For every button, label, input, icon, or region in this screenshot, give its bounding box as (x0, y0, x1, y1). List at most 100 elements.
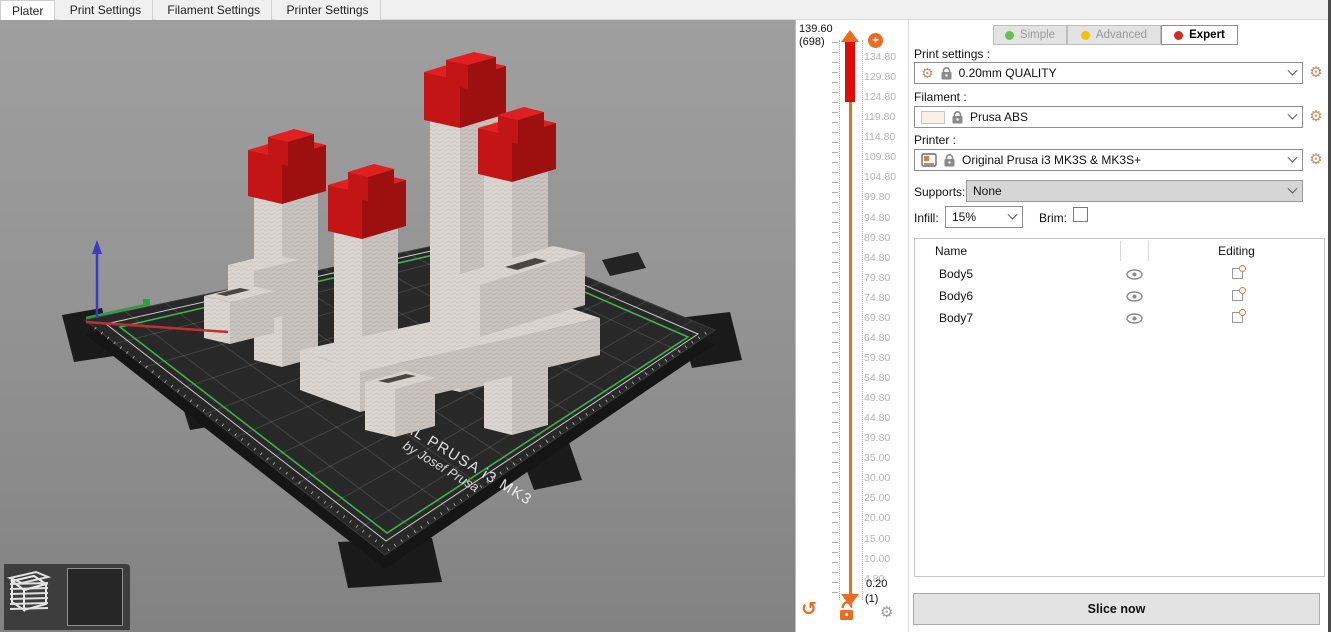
tick-label: 114.80 (864, 127, 896, 147)
mode-expert-button[interactable]: Expert (1161, 25, 1238, 45)
chevron-down-icon (1288, 152, 1298, 162)
edit-object-icon[interactable] (1232, 290, 1243, 301)
slider-max-height: 139.60 (799, 23, 833, 35)
mode-advanced-button[interactable]: Advanced (1067, 25, 1161, 45)
edit-object-icon[interactable] (1232, 312, 1243, 323)
print-settings-value: 0.20mm QUALITY (959, 66, 1282, 80)
object-list-row[interactable]: Body6 (915, 285, 1324, 307)
eye-icon[interactable] (1126, 313, 1143, 324)
tick-label: 134.80 (864, 47, 896, 67)
slider-tick-labels: 134.80129.80124.80119.80114.80109.80104.… (864, 47, 896, 589)
lock-icon (941, 67, 952, 80)
slider-tick-rail-right (862, 40, 863, 600)
mode-simple-button[interactable]: Simple (993, 25, 1067, 45)
tick-label: 99.80 (864, 187, 896, 207)
layer-slider-column: 139.60 (698) + 134.80129.80124.80119.801… (795, 20, 908, 632)
slider-tick-marks (832, 42, 838, 598)
profile-gear-icon: ⚙ (921, 65, 934, 82)
column-divider (1120, 241, 1121, 261)
eye-icon[interactable] (1126, 291, 1143, 302)
origin-marker (143, 299, 150, 306)
expert-mode-dot (1174, 31, 1183, 40)
tab-filament-settings[interactable]: Filament Settings (156, 0, 272, 20)
tick-label: 49.80 (864, 388, 896, 408)
tab-printer-settings[interactable]: Printer Settings (275, 0, 380, 20)
layers-preview-button[interactable] (67, 568, 123, 626)
3d-viewport[interactable]: ORIGINAL PRUSA i3 MK3 by Josef Prusa (0, 20, 795, 632)
bed-3d-scene[interactable]: ORIGINAL PRUSA i3 MK3 by Josef Prusa (0, 20, 795, 632)
supports-label: Supports: (914, 185, 965, 199)
infill-label: Infill: (914, 211, 939, 225)
brim-checkbox[interactable] (1073, 207, 1088, 222)
infill-dropdown[interactable]: 15% (945, 206, 1023, 228)
filament-combo[interactable]: Prusa ABS (914, 106, 1303, 128)
infill-value: 15% (952, 210, 1002, 224)
chevron-down-icon (1288, 65, 1298, 75)
filament-color-swatch (921, 111, 945, 124)
object-name: Body7 (939, 311, 973, 325)
undo-icon[interactable]: ↺ (801, 598, 817, 621)
tick-label: 54.80 (864, 368, 896, 388)
tick-label: 59.80 (864, 348, 896, 368)
supports-dropdown[interactable]: None (966, 180, 1303, 202)
tick-label: 124.80 (864, 87, 896, 107)
tick-label: 64.80 (864, 328, 896, 348)
print-settings-combo[interactable]: ⚙ 0.20mm QUALITY (914, 62, 1303, 84)
edit-object-icon[interactable] (1232, 268, 1243, 279)
printer-value: Original Prusa i3 MK3S & MK3S+ (962, 153, 1282, 167)
tick-label: 44.80 (864, 408, 896, 428)
slider-min-layer: (1) (865, 593, 878, 605)
tick-label: 20.00 (864, 508, 896, 528)
layer-slider-track[interactable] (849, 44, 852, 598)
tick-label: 79.80 (864, 268, 896, 288)
tab-print-settings[interactable]: Print Settings (59, 0, 153, 20)
color-change-band[interactable] (845, 42, 855, 102)
view-mode-toolbar (4, 564, 130, 630)
printer-label: Printer : (914, 133, 956, 147)
model-base-front-block[interactable] (365, 371, 435, 437)
tick-label: 35.00 (864, 448, 896, 468)
layers-view-icon (4, 564, 54, 614)
column-name: Name (935, 244, 967, 258)
expert-mode-label: Expert (1189, 29, 1225, 41)
object-list-row[interactable]: Body7 (915, 307, 1324, 329)
chevron-down-icon (1288, 109, 1298, 119)
object-list[interactable]: Name Editing Body5 Body6 (914, 238, 1325, 577)
eye-icon[interactable] (1126, 269, 1143, 280)
slider-settings-gear-icon[interactable]: ⚙ (880, 603, 893, 621)
tick-label: 89.80 (864, 228, 896, 248)
supports-value: None (973, 184, 1282, 198)
slider-max-layer: (698) (799, 36, 825, 48)
tick-label: 84.80 (864, 248, 896, 268)
tick-label: 25.00 (864, 488, 896, 508)
print-settings-label: Print settings : (914, 47, 990, 61)
tick-label: 15.00 (864, 529, 896, 549)
printer-gear-icon[interactable]: ⚙ (1307, 151, 1325, 169)
tick-label: 69.80 (864, 308, 896, 328)
slider-tick-rail-left (839, 40, 840, 600)
printer-combo[interactable]: Original Prusa i3 MK3S & MK3S+ (914, 149, 1303, 171)
simple-mode-dot (1005, 31, 1014, 40)
object-list-header: Name Editing (915, 239, 1324, 263)
tick-label: 119.80 (864, 107, 896, 127)
print-settings-gear-icon[interactable]: ⚙ (1307, 64, 1325, 82)
tick-label: 74.80 (864, 288, 896, 308)
object-rows: Body5 Body6 Body7 (915, 263, 1324, 329)
filament-gear-icon[interactable]: ⚙ (1307, 108, 1325, 126)
lock-icon (952, 111, 963, 124)
advanced-mode-dot (1081, 31, 1090, 40)
printer-icon (921, 153, 937, 167)
brim-label: Brim: (1039, 211, 1067, 225)
filament-label: Filament : (914, 90, 967, 104)
simple-mode-label: Simple (1020, 29, 1055, 41)
tab-bar: Plater Print Settings Filament Settings … (0, 0, 1331, 20)
slice-now-button[interactable]: Slice now (913, 593, 1320, 625)
unlock-icon[interactable] (838, 601, 856, 621)
lock-icon (944, 154, 955, 167)
tab-plater[interactable]: Plater (0, 0, 55, 20)
right-sidebar: Simple Advanced Expert Print settings : … (908, 20, 1328, 632)
tick-label: 129.80 (864, 67, 896, 87)
add-color-change-icon[interactable]: + (868, 33, 883, 48)
object-list-row[interactable]: Body5 (915, 263, 1324, 285)
slider-top-handle[interactable] (841, 30, 859, 42)
